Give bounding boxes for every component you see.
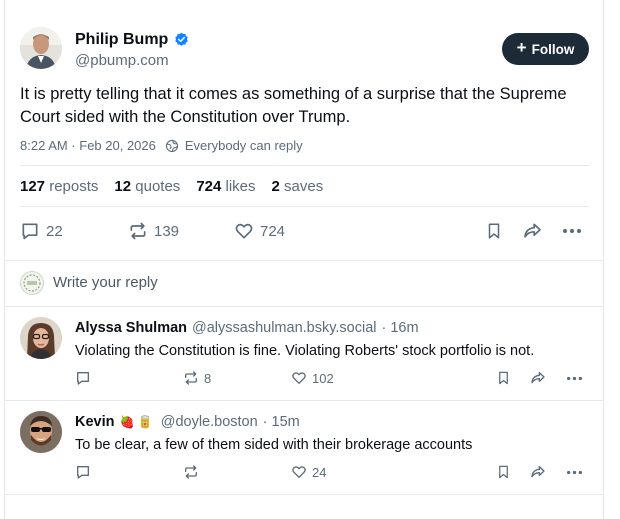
reply-repost-action[interactable]: 8 (183, 370, 211, 386)
reply-author-handle[interactable]: @doyle.boston (161, 414, 258, 430)
divider (20, 165, 589, 166)
reply-like-action[interactable]: 24 (291, 464, 326, 480)
reply-like-action[interactable]: 102 (291, 370, 334, 386)
post-timestamp[interactable]: 8:22 AM · Feb 20, 2026 (20, 138, 156, 153)
reply-author-name[interactable]: Kevin (75, 414, 115, 430)
more-options-icon[interactable] (566, 470, 583, 475)
reply-header: Kevin 🍓 🥫 @doyle.boston · 15m (75, 414, 300, 430)
like-action[interactable]: 724 (234, 221, 285, 241)
repost-icon (185, 371, 197, 385)
globe-icon (165, 139, 179, 153)
reply-setting[interactable]: Everybody can reply (185, 138, 303, 153)
verified-badge-icon (174, 32, 189, 47)
repost-icon (185, 465, 197, 479)
divider (4, 260, 604, 261)
heart-icon (292, 466, 306, 478)
reply-icon[interactable] (75, 464, 91, 480)
divider (4, 494, 604, 495)
likes-stat[interactable]: 724 likes (196, 178, 255, 195)
share-icon[interactable] (529, 464, 547, 480)
divider (4, 400, 604, 401)
divider (20, 206, 589, 207)
share-icon[interactable] (529, 370, 547, 386)
name-emojis: 🍓 🥫 (119, 415, 153, 429)
reply-text: To be clear, a few of them sided with th… (75, 437, 473, 453)
quotes-stat[interactable]: 12 quotes (114, 178, 180, 195)
reply-repost-action[interactable] (183, 464, 204, 480)
author-name-text[interactable]: Philip Bump (75, 31, 168, 48)
divider (4, 306, 604, 307)
reply-author-name[interactable]: Alyssa Shulman (75, 320, 187, 336)
repost-action[interactable]: 139 (128, 221, 179, 241)
reply-avatar[interactable] (20, 317, 62, 359)
plus-icon: + (516, 38, 527, 57)
engagement-stats: 127 reposts 12 quotes 724 likes 2 saves (20, 178, 323, 195)
reply-icon[interactable] (75, 370, 91, 386)
reply-time[interactable]: · 15m (263, 414, 300, 430)
repost-icon (130, 222, 146, 240)
heart-icon (235, 223, 253, 239)
author-handle[interactable]: @pbump.com (75, 52, 169, 69)
reply-author-handle[interactable]: @alyssashulman.bsky.social (192, 320, 377, 336)
my-avatar (20, 271, 44, 295)
follow-label: Follow (531, 41, 575, 57)
reply-avatar[interactable] (20, 411, 62, 453)
post-meta: 8:22 AM · Feb 20, 2026 Everybody can rep… (20, 138, 303, 153)
author-avatar[interactable] (20, 27, 62, 69)
reply-header: Alyssa Shulman @alyssashulman.bsky.socia… (75, 320, 419, 336)
saves-stat[interactable]: 2 saves (272, 178, 324, 195)
share-icon[interactable] (522, 221, 543, 241)
reply-time[interactable]: · 16m (382, 320, 419, 336)
reply-text: Violating the Constitution is fine. Viol… (75, 343, 535, 359)
reply-icon (22, 223, 38, 240)
author-name[interactable]: Philip Bump (75, 31, 168, 49)
reposts-stat[interactable]: 127 reposts (20, 178, 98, 195)
heart-icon (292, 372, 306, 384)
post-text: It is pretty telling that it comes as so… (20, 85, 567, 126)
follow-button[interactable]: + Follow (502, 33, 589, 65)
bookmark-icon[interactable] (496, 370, 511, 386)
reply-composer-input[interactable]: Write your reply (53, 274, 158, 291)
bookmark-icon[interactable] (485, 221, 503, 241)
more-options-icon[interactable] (566, 376, 583, 381)
more-options-icon[interactable] (562, 228, 582, 234)
reply-action[interactable]: 22 (20, 221, 63, 241)
bookmark-icon[interactable] (496, 464, 511, 480)
